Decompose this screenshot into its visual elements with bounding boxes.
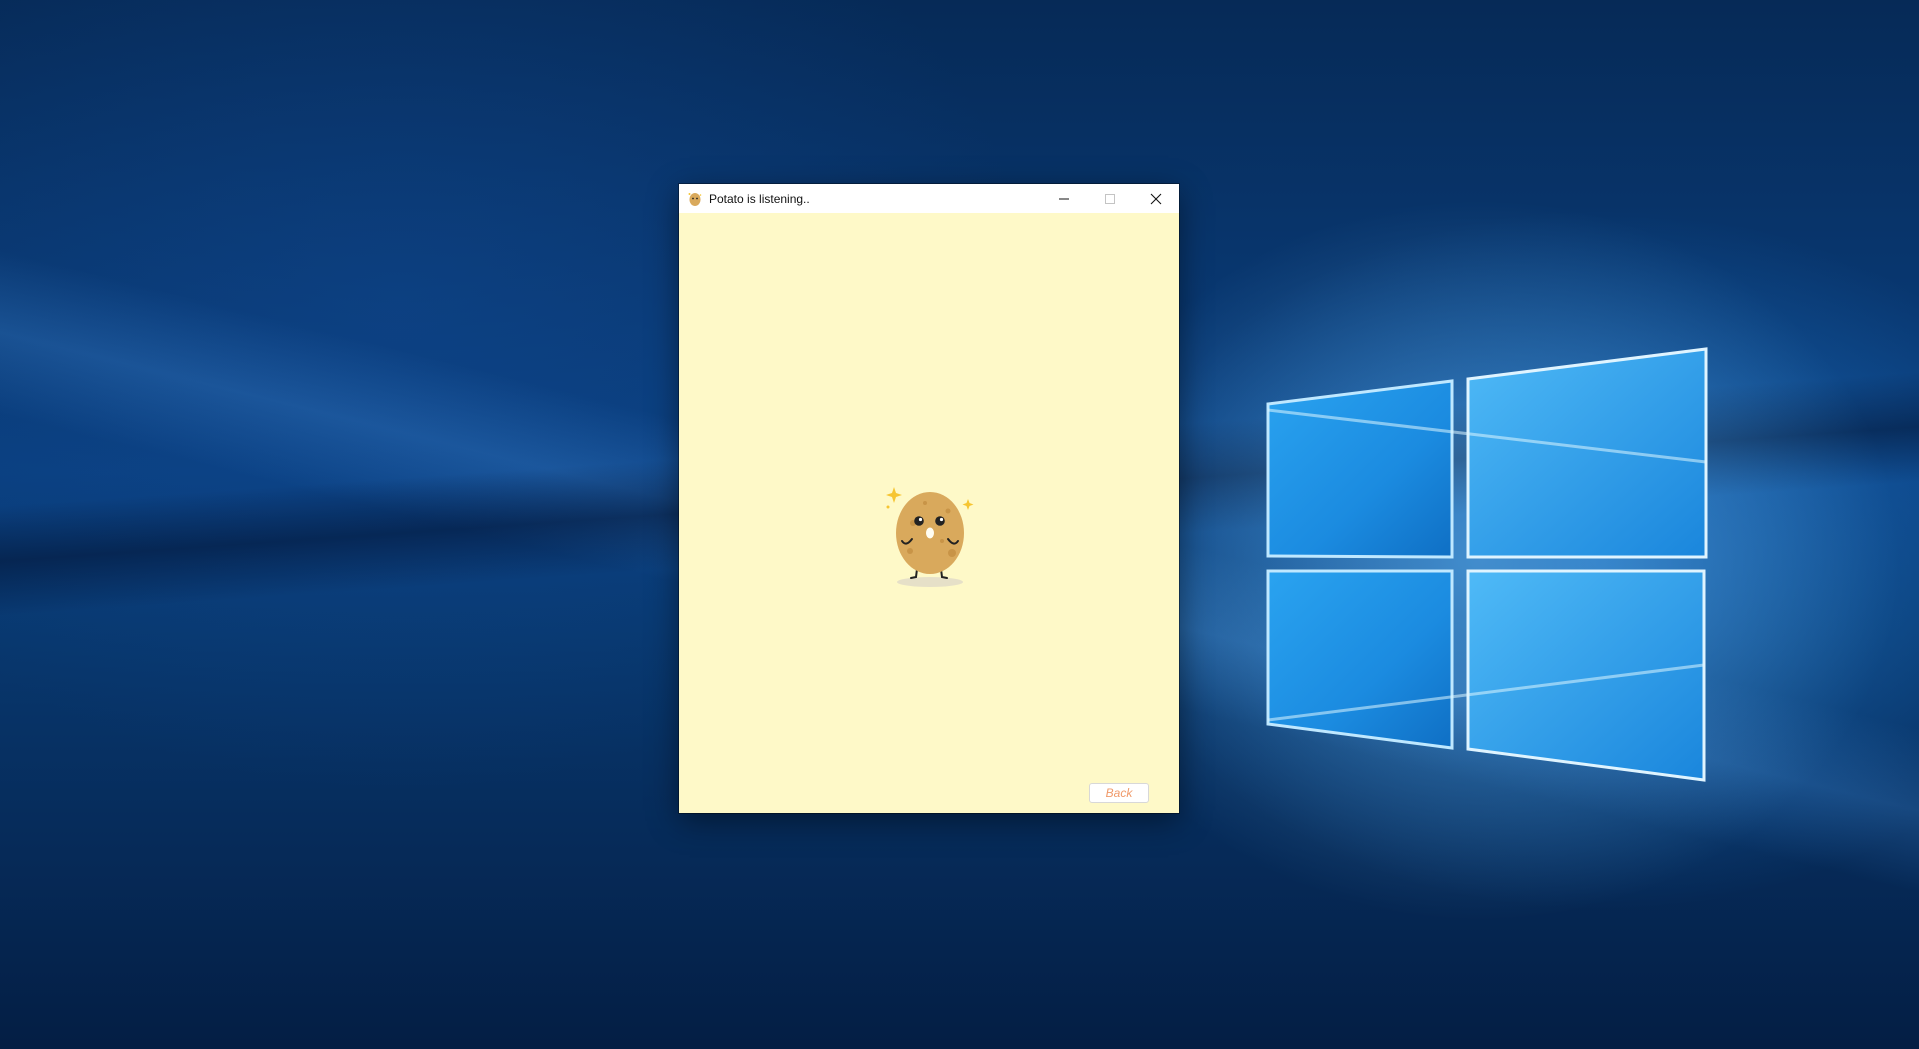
potato-mascot	[886, 487, 974, 587]
back-button[interactable]: Back	[1089, 783, 1149, 803]
desktop-wallpaper: Potato is listening.. Back	[0, 0, 1919, 1049]
close-button[interactable]	[1133, 184, 1179, 213]
maximize-icon	[1105, 193, 1115, 204]
window-controls	[1041, 184, 1179, 213]
potato-icon	[686, 190, 704, 208]
close-icon	[1150, 193, 1162, 204]
app-window: Potato is listening.. Back	[679, 184, 1179, 813]
listening-panel: Back	[679, 213, 1179, 813]
minimize-button[interactable]	[1041, 184, 1087, 213]
minimize-icon	[1059, 198, 1069, 199]
title-bar[interactable]: Potato is listening..	[679, 184, 1179, 213]
window-title: Potato is listening..	[709, 191, 810, 206]
maximize-button[interactable]	[1087, 184, 1133, 213]
